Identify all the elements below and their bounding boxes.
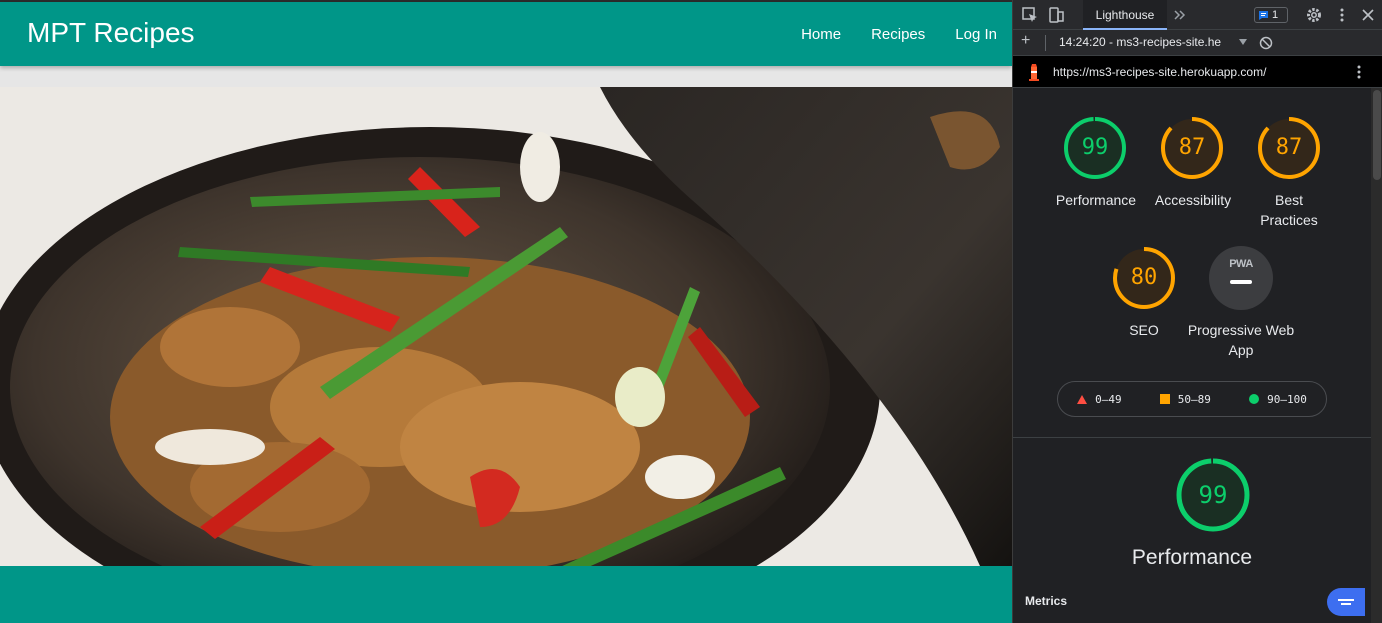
- gauge-label-performance: Performance: [1055, 192, 1137, 208]
- legend-fail: 0–49: [1077, 393, 1122, 406]
- legend-label: 90–100: [1267, 392, 1307, 406]
- gauge-label-best-practices: Best Practices: [1260, 192, 1318, 228]
- score-legend: 0–49 50–89 90–100: [1057, 381, 1327, 417]
- square-icon: [1159, 394, 1170, 404]
- gear-icon[interactable]: [1305, 6, 1323, 24]
- gauge-label-pwa: Progressive Web App: [1187, 322, 1295, 358]
- gauge-label-seo: SEO: [1129, 322, 1159, 338]
- legend-label: 0–49: [1095, 392, 1122, 406]
- gauge-score: 80: [1130, 265, 1158, 290]
- clear-reports-icon[interactable]: [1259, 36, 1273, 50]
- nav-home-link[interactable]: Home: [801, 26, 841, 43]
- gauge-score: 87: [1275, 135, 1303, 160]
- message-icon: [1259, 11, 1268, 20]
- site-nav: Home Recipes Log In: [801, 26, 997, 43]
- hero-food-image: [0, 87, 1012, 566]
- close-icon[interactable]: [1359, 6, 1377, 24]
- legend-average: 50–89: [1159, 392, 1211, 406]
- gauge-best-practices[interactable]: 87: [1257, 116, 1321, 180]
- triangle-icon: [1077, 394, 1088, 404]
- gauge-score: 87: [1178, 135, 1206, 160]
- section-divider: [1013, 437, 1371, 438]
- site-navbar: MPT Recipes Home Recipes Log In: [0, 2, 1012, 66]
- lines-icon: [1338, 599, 1354, 605]
- lighthouse-toolbar: + 14:24:20 - ms3-recipes-site.he: [1013, 30, 1382, 56]
- report-url[interactable]: https://ms3-recipes-site.herokuapp.com/: [1053, 65, 1266, 79]
- gauge-performance[interactable]: 99: [1063, 116, 1127, 180]
- gauge-seo[interactable]: 80: [1112, 246, 1176, 310]
- report-selector[interactable]: 14:24:20 - ms3-recipes-site.he: [1059, 35, 1235, 49]
- gauge-pwa[interactable]: PWA: [1209, 246, 1273, 310]
- legend-label: 50–89: [1177, 392, 1211, 406]
- lighthouse-report: 99 Performance 87 Accessibility 87 Best …: [1013, 88, 1371, 623]
- feedback-button[interactable]: [1327, 588, 1365, 616]
- gauge-score: 99: [1081, 135, 1109, 160]
- website-viewport: MPT Recipes Home Recipes Log In: [0, 0, 1012, 623]
- big-gauge-label: Performance: [1131, 546, 1253, 569]
- report-url-bar: https://ms3-recipes-site.herokuapp.com/: [1013, 56, 1382, 88]
- devtools-tabbar: Lighthouse 1: [1013, 0, 1382, 30]
- nav-recipes-link[interactable]: Recipes: [871, 26, 925, 43]
- scrollbar-thumb[interactable]: [1373, 90, 1381, 180]
- lighthouse-logo-icon: [1029, 64, 1039, 81]
- tab-lighthouse[interactable]: Lighthouse: [1083, 0, 1167, 30]
- big-gauge-score: 99: [1198, 481, 1228, 509]
- inspect-element-icon[interactable]: [1021, 6, 1039, 24]
- legend-pass: 90–100: [1249, 393, 1307, 406]
- chevron-down-icon[interactable]: [1239, 39, 1247, 45]
- kebab-menu-icon[interactable]: [1333, 6, 1351, 24]
- issues-badge[interactable]: 1: [1254, 7, 1288, 23]
- circle-icon: [1249, 394, 1260, 404]
- chevron-double-right-icon[interactable]: [1170, 6, 1188, 24]
- pwa-badge-icon: [1209, 246, 1273, 310]
- issues-count: 1: [1272, 9, 1279, 21]
- screen: MPT Recipes Home Recipes Log In Lighthou…: [0, 0, 1382, 623]
- devtools-panel: Lighthouse 1 + 14:24:20 - ms3-recipes-si…: [1012, 0, 1382, 623]
- toolbar-divider: [1045, 35, 1046, 51]
- report-scrollbar[interactable]: [1371, 88, 1382, 623]
- wok-stir-fry-illustration: [0, 87, 1012, 566]
- gauge-label-accessibility: Accessibility: [1154, 192, 1232, 208]
- big-performance-gauge: 99: [1176, 458, 1250, 532]
- pwa-badge-text: PWA: [1229, 258, 1253, 270]
- gauge-accessibility[interactable]: 87: [1160, 116, 1224, 180]
- site-brand[interactable]: MPT Recipes: [27, 17, 195, 49]
- report-menu-icon[interactable]: [1355, 64, 1363, 80]
- metrics-heading: Metrics: [1025, 594, 1068, 608]
- new-report-button[interactable]: +: [1021, 32, 1030, 50]
- device-toolbar-icon[interactable]: [1047, 6, 1065, 24]
- site-footer: [0, 566, 1012, 623]
- nav-login-link[interactable]: Log In: [955, 26, 997, 43]
